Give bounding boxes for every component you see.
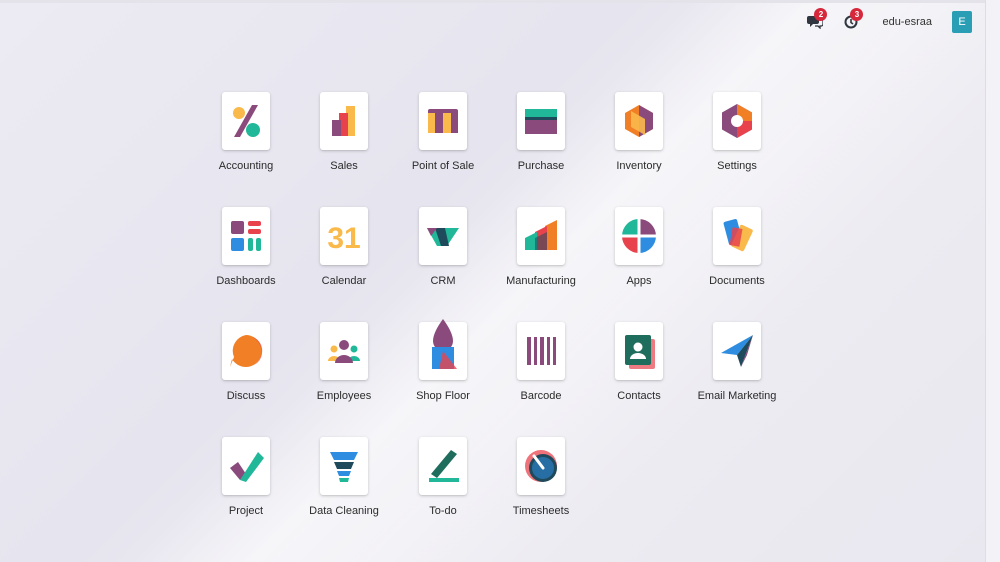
email-marketing-icon bbox=[721, 335, 753, 367]
app-tile bbox=[222, 322, 270, 380]
app-documents[interactable]: Documents bbox=[687, 207, 787, 287]
app-discuss[interactable]: Discuss bbox=[196, 322, 296, 402]
app-inventory[interactable]: Inventory bbox=[589, 92, 689, 172]
app-tile bbox=[615, 322, 663, 380]
crm-icon bbox=[427, 228, 459, 246]
app-label: Apps bbox=[626, 275, 652, 287]
app-label: Point of Sale bbox=[411, 160, 475, 172]
dashboards-icon bbox=[231, 221, 261, 251]
app-label: Discuss bbox=[226, 390, 266, 402]
app-label: Settings bbox=[717, 160, 757, 172]
app-purchase[interactable]: Purchase bbox=[491, 92, 591, 172]
shop-floor-icon bbox=[432, 319, 457, 369]
app-label: Shop Floor bbox=[416, 390, 470, 402]
app-contacts[interactable]: Contacts bbox=[589, 322, 689, 402]
app-calendar[interactable]: 31 Calendar bbox=[294, 207, 394, 287]
app-shop-floor[interactable]: Shop Floor bbox=[393, 319, 493, 402]
app-label: Employees bbox=[316, 390, 372, 402]
app-tile bbox=[517, 322, 565, 380]
app-label: Project bbox=[228, 505, 264, 517]
contacts-icon bbox=[625, 335, 655, 369]
app-label: Dashboards bbox=[216, 275, 276, 287]
app-grid: Accounting Sales Point of Sale Purchase … bbox=[0, 0, 1000, 562]
app-dashboards[interactable]: Dashboards bbox=[196, 207, 296, 287]
app-employees[interactable]: Employees bbox=[294, 322, 394, 402]
documents-icon bbox=[723, 219, 753, 252]
inventory-icon bbox=[625, 105, 653, 137]
app-label: Email Marketing bbox=[697, 390, 777, 402]
app-todo[interactable]: To-do bbox=[393, 437, 493, 517]
app-label: Sales bbox=[330, 160, 358, 172]
app-project[interactable]: Project bbox=[196, 437, 296, 517]
app-barcode[interactable]: Barcode bbox=[491, 322, 591, 402]
app-label: Accounting bbox=[218, 160, 274, 172]
app-tile bbox=[419, 207, 467, 265]
app-label: To-do bbox=[429, 505, 457, 517]
app-label: Data Cleaning bbox=[309, 505, 379, 517]
app-tile bbox=[320, 92, 368, 150]
app-tile bbox=[419, 92, 467, 150]
app-point-of-sale[interactable]: Point of Sale bbox=[393, 92, 493, 172]
app-label: Manufacturing bbox=[506, 275, 576, 287]
app-tile bbox=[320, 322, 368, 380]
app-tile bbox=[713, 322, 761, 380]
app-sales[interactable]: Sales bbox=[294, 92, 394, 172]
app-tile bbox=[517, 437, 565, 495]
app-apps[interactable]: Apps bbox=[589, 207, 689, 287]
app-label: Purchase bbox=[517, 160, 565, 172]
app-tile bbox=[713, 92, 761, 150]
point-of-sale-icon bbox=[428, 109, 458, 133]
data-cleaning-icon bbox=[330, 452, 358, 482]
project-icon bbox=[230, 452, 264, 482]
app-label: Inventory bbox=[616, 160, 662, 172]
app-data-cleaning[interactable]: Data Cleaning bbox=[294, 437, 394, 517]
app-tile bbox=[222, 207, 270, 265]
purchase-icon bbox=[525, 109, 557, 134]
calendar-icon: 31 bbox=[327, 222, 360, 255]
employees-icon bbox=[328, 340, 360, 363]
discuss-icon bbox=[230, 335, 263, 367]
app-accounting[interactable]: Accounting bbox=[196, 92, 296, 172]
app-crm[interactable]: CRM bbox=[393, 207, 493, 287]
app-tile bbox=[419, 437, 467, 495]
manufacturing-icon bbox=[525, 220, 557, 250]
app-tile bbox=[615, 207, 663, 265]
app-label: Timesheets bbox=[512, 505, 570, 517]
timesheets-icon bbox=[525, 450, 557, 482]
svg-text:31: 31 bbox=[327, 222, 360, 255]
app-manufacturing[interactable]: Manufacturing bbox=[491, 207, 591, 287]
barcode-icon bbox=[527, 337, 556, 365]
app-tile bbox=[419, 319, 467, 380]
app-tile bbox=[222, 437, 270, 495]
apps-icon bbox=[622, 219, 656, 253]
sales-icon bbox=[332, 106, 355, 136]
app-label: Contacts bbox=[617, 390, 661, 402]
settings-icon bbox=[722, 104, 752, 138]
app-tile bbox=[517, 207, 565, 265]
app-label: Barcode bbox=[520, 390, 562, 402]
app-email-marketing[interactable]: Email Marketing bbox=[687, 322, 787, 402]
accounting-icon bbox=[233, 105, 260, 137]
app-tile bbox=[615, 92, 663, 150]
app-settings[interactable]: Settings bbox=[687, 92, 787, 172]
app-tile: 31 bbox=[320, 207, 368, 265]
app-label: Documents bbox=[709, 275, 765, 287]
app-tile bbox=[517, 92, 565, 150]
todo-icon bbox=[429, 450, 459, 482]
app-label: CRM bbox=[430, 275, 456, 287]
app-tile bbox=[320, 437, 368, 495]
app-timesheets[interactable]: Timesheets bbox=[491, 437, 591, 517]
app-tile bbox=[713, 207, 761, 265]
app-tile bbox=[222, 92, 270, 150]
app-label: Calendar bbox=[321, 275, 367, 287]
